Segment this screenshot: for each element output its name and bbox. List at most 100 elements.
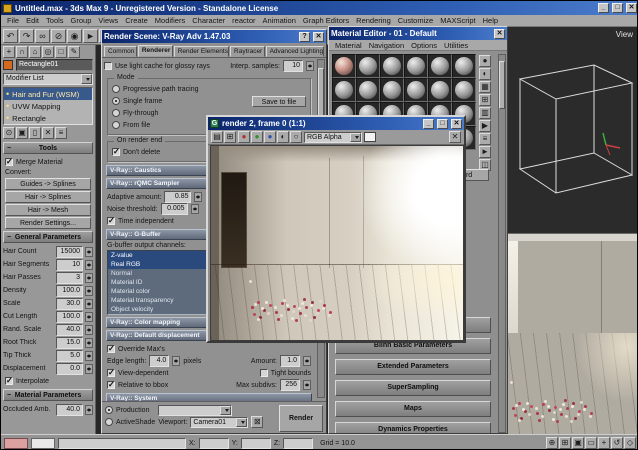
merge-material-checkbox[interactable] [5, 158, 13, 166]
spinner-arrows[interactable] [85, 325, 93, 335]
override-max-checkbox[interactable] [107, 345, 115, 353]
menu-item[interactable]: Modifiers [152, 15, 188, 26]
activeshade-radio[interactable] [105, 418, 113, 426]
save-bitmap-icon[interactable]: ▤ [211, 131, 223, 143]
noise-threshold-field[interactable]: 0.005 [161, 203, 188, 215]
general-param-value[interactable]: 3 [56, 272, 83, 284]
dont-delete-checkbox[interactable] [112, 148, 120, 156]
zoom-extents-icon[interactable]: ▣ [572, 437, 584, 449]
spinner-arrows[interactable] [85, 260, 93, 270]
material-editor-menu-item[interactable]: Navigation [366, 40, 407, 51]
tight-bounds-checkbox[interactable] [260, 369, 268, 377]
tools-rollout-header[interactable]: Tools [3, 142, 93, 154]
modifier-stack-row[interactable]: •UVW Mapping [4, 100, 92, 112]
background-icon[interactable]: ▦ [479, 81, 491, 93]
general-parameters-header[interactable]: General Parameters [3, 231, 93, 243]
green-channel-icon[interactable]: ● [251, 131, 263, 143]
time-independent-checkbox[interactable] [107, 217, 115, 225]
modifier-list-dropdown[interactable]: Modifier List [3, 73, 93, 85]
menu-item[interactable]: Edit [23, 15, 42, 26]
object-name-field[interactable]: Rectangle01 [16, 59, 93, 71]
modify-tab-icon[interactable]: ∩ [16, 46, 28, 58]
general-param-value[interactable]: 100.0 [56, 285, 83, 297]
fly-through-radio[interactable] [112, 109, 120, 117]
spinner-arrows[interactable] [85, 338, 93, 348]
guides-to-splines-button[interactable]: Guides -> Splines [5, 178, 91, 190]
progressive-path-tracing-radio[interactable] [112, 85, 120, 93]
render-window-maximize-button[interactable]: □ [437, 119, 448, 129]
material-editor-menu-item[interactable]: Options [408, 40, 440, 51]
hair-to-mesh-button[interactable]: Hair -> Mesh [5, 204, 91, 216]
maximize-viewport-icon[interactable]: ◇ [624, 437, 636, 449]
menu-item[interactable]: Customize [395, 15, 436, 26]
production-radio[interactable] [105, 406, 113, 414]
select-by-material-icon[interactable]: ► [479, 146, 491, 158]
material-sample-slot[interactable] [404, 78, 428, 102]
pin-stack-icon[interactable]: ⊙ [3, 127, 15, 139]
system-rollout-bar[interactable]: V-Ray:: System [106, 393, 312, 401]
material-rollout-header[interactable]: Dynamics Properties [335, 422, 491, 434]
dialog-help-button[interactable]: ? [299, 32, 310, 42]
sample-uv-tiling-icon[interactable]: ⊞ [479, 94, 491, 106]
render-window-minimize-button[interactable]: _ [423, 119, 434, 129]
red-channel-icon[interactable]: ● [238, 131, 250, 143]
background-color-swatch[interactable] [364, 132, 376, 142]
menu-item[interactable]: Rendering [353, 15, 394, 26]
zoom-icon[interactable]: ⊕ [546, 437, 558, 449]
spinner-arrows[interactable] [85, 312, 93, 322]
general-param-value[interactable]: 100.0 [56, 311, 83, 323]
general-param-value[interactable]: 15000 [56, 246, 83, 258]
material-editor-menu-item[interactable]: Material [332, 40, 365, 51]
spinner-arrows[interactable] [85, 247, 93, 257]
render-settings-button[interactable]: Render Settings... [5, 217, 91, 229]
general-param-value[interactable]: 10 [56, 259, 83, 271]
material-parameters-header[interactable]: Material Parameters [3, 389, 93, 401]
monochrome-icon[interactable]: ○ [290, 131, 302, 143]
menu-item[interactable]: reactor [229, 15, 258, 26]
video-color-check-icon[interactable]: ▥ [479, 107, 491, 119]
modifier-stack[interactable]: •Hair and Fur (WSM)•UVW Mapping•Rectangl… [3, 87, 93, 125]
material-sample-slot[interactable] [428, 54, 452, 78]
modifier-toggle-icon[interactable]: • [6, 90, 9, 99]
modifier-toggle-icon[interactable]: • [6, 102, 9, 111]
menu-item[interactable]: File [4, 15, 22, 26]
hair-to-splines-button[interactable]: Hair -> Splines [5, 191, 91, 203]
render-dialog-titlebar[interactable]: Render Scene: V-Ray Adv 1.47.03 ? ✕ [102, 30, 326, 43]
motion-tab-icon[interactable]: ◎ [42, 46, 54, 58]
save-to-file-button[interactable]: Save to file [252, 96, 306, 107]
orbit-icon[interactable]: ↺ [611, 437, 623, 449]
material-rollout-header[interactable]: Maps [335, 401, 491, 417]
menu-item[interactable]: Tools [43, 15, 67, 26]
general-param-value[interactable]: 40.0 [56, 324, 83, 336]
spinner-arrows[interactable] [85, 405, 93, 415]
menu-item[interactable]: Animation [260, 15, 299, 26]
single-frame-radio[interactable] [112, 97, 120, 105]
tab-renderer[interactable]: Renderer [138, 45, 173, 57]
spinner-arrows[interactable] [85, 351, 93, 361]
clone-rendered-frame-icon[interactable]: ⊞ [224, 131, 236, 143]
interp-samples-spinner[interactable] [306, 61, 314, 71]
noise-threshold-spinner[interactable] [191, 204, 199, 214]
dialog-close-button[interactable]: ✕ [313, 32, 324, 42]
edge-length-spinner[interactable] [172, 356, 180, 366]
material-rollout-header[interactable]: Extended Parameters [335, 359, 491, 375]
material-rollout-header[interactable]: SuperSampling [335, 380, 491, 396]
modifier-stack-row[interactable]: •Hair and Fur (WSM) [4, 88, 92, 100]
max-subdivs-field[interactable]: 256 [280, 379, 300, 391]
menu-item[interactable]: Views [95, 15, 121, 26]
interpolate-checkbox[interactable] [5, 377, 13, 385]
pan-icon[interactable]: + [598, 437, 610, 449]
tab-raytracer[interactable]: Raytracer [230, 46, 265, 57]
undo-icon[interactable]: ↶ [3, 29, 18, 43]
menu-item[interactable]: Graph Editors [300, 15, 352, 26]
spinner-arrows[interactable] [85, 286, 93, 296]
menu-item[interactable]: Character [189, 15, 228, 26]
general-param-value[interactable]: 15.0 [56, 337, 83, 349]
alpha-channel-icon[interactable]: ◐ [277, 131, 289, 143]
hierarchy-tab-icon[interactable]: ⌂ [29, 46, 41, 58]
rel-bbox-checkbox[interactable] [107, 381, 115, 389]
adaptive-amount-spinner[interactable] [194, 192, 202, 202]
material-editor-menu-item[interactable]: Utilities [441, 40, 471, 51]
utilities-tab-icon[interactable]: ✎ [68, 46, 80, 58]
material-sample-slot[interactable] [356, 54, 380, 78]
